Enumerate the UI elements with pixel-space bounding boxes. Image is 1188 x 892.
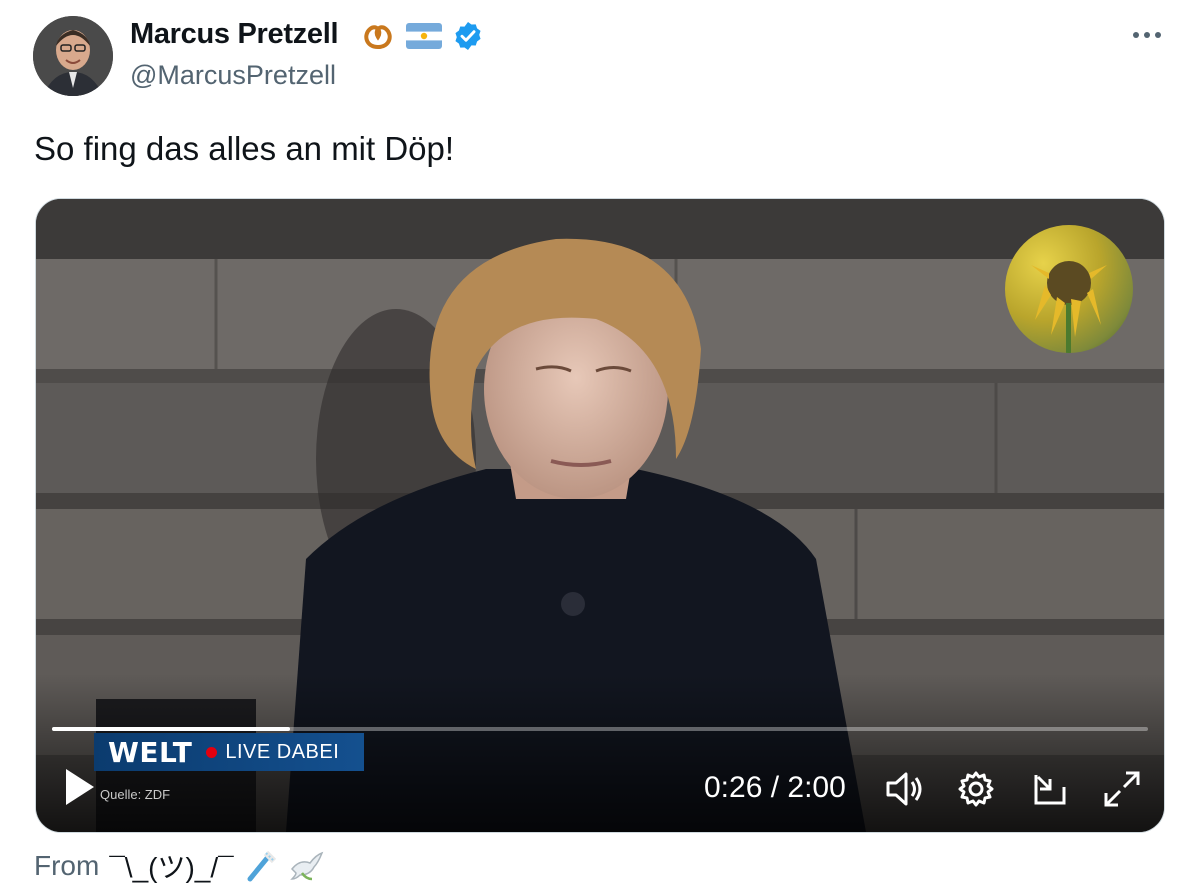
- video-time-display: 0:26 / 2:00: [704, 771, 846, 804]
- settings-button[interactable]: [956, 769, 996, 814]
- tweet-footer: From ¯\_(ツ)_/¯: [34, 846, 324, 886]
- sunflower-avatar: [1005, 225, 1133, 353]
- play-icon: [66, 769, 94, 805]
- toothbrush-emoji-icon: [247, 850, 276, 882]
- author-avatar[interactable]: [33, 16, 113, 96]
- play-button[interactable]: [62, 767, 98, 812]
- picture-in-picture-icon: [1034, 775, 1066, 805]
- video-progress-bar[interactable]: [52, 727, 1148, 731]
- author-display-name[interactable]: Marcus Pretzell: [130, 18, 339, 51]
- verified-badge-icon: [455, 22, 481, 50]
- author-handle[interactable]: @MarcusPretzell: [130, 60, 336, 91]
- video-source-label: Quelle: ZDF: [100, 787, 171, 802]
- video-progress-fill: [52, 727, 290, 731]
- more-options-button[interactable]: [1130, 22, 1164, 53]
- picture-in-picture-button[interactable]: [1030, 769, 1070, 814]
- welt-live-banner: WELT LIVE DABEI: [94, 733, 364, 771]
- fullscreen-icon: [1104, 771, 1140, 807]
- dove-emoji-icon: [289, 851, 323, 881]
- gear-icon: [958, 771, 994, 807]
- fullscreen-button[interactable]: [1102, 769, 1142, 814]
- argentina-flag-icon: [406, 23, 442, 49]
- tweet-text: So fing das alles an mit Döp!: [34, 130, 455, 167]
- video-player[interactable]: WELT LIVE DABEI Quelle: ZDF 0:26 / 2:00: [35, 198, 1165, 833]
- live-label: LIVE DABEI: [225, 740, 340, 763]
- name-badges: [360, 20, 484, 52]
- welt-logo: WELT: [108, 735, 193, 769]
- pretzel-emoji-icon: [364, 25, 392, 50]
- more-icon: [1133, 32, 1161, 38]
- volume-button[interactable]: [884, 769, 924, 814]
- footer-shrug: ¯\_(ツ)_/¯: [109, 852, 234, 883]
- volume-icon: [886, 772, 922, 806]
- live-dot-icon: [206, 746, 218, 758]
- footer-prefix: From: [34, 850, 100, 881]
